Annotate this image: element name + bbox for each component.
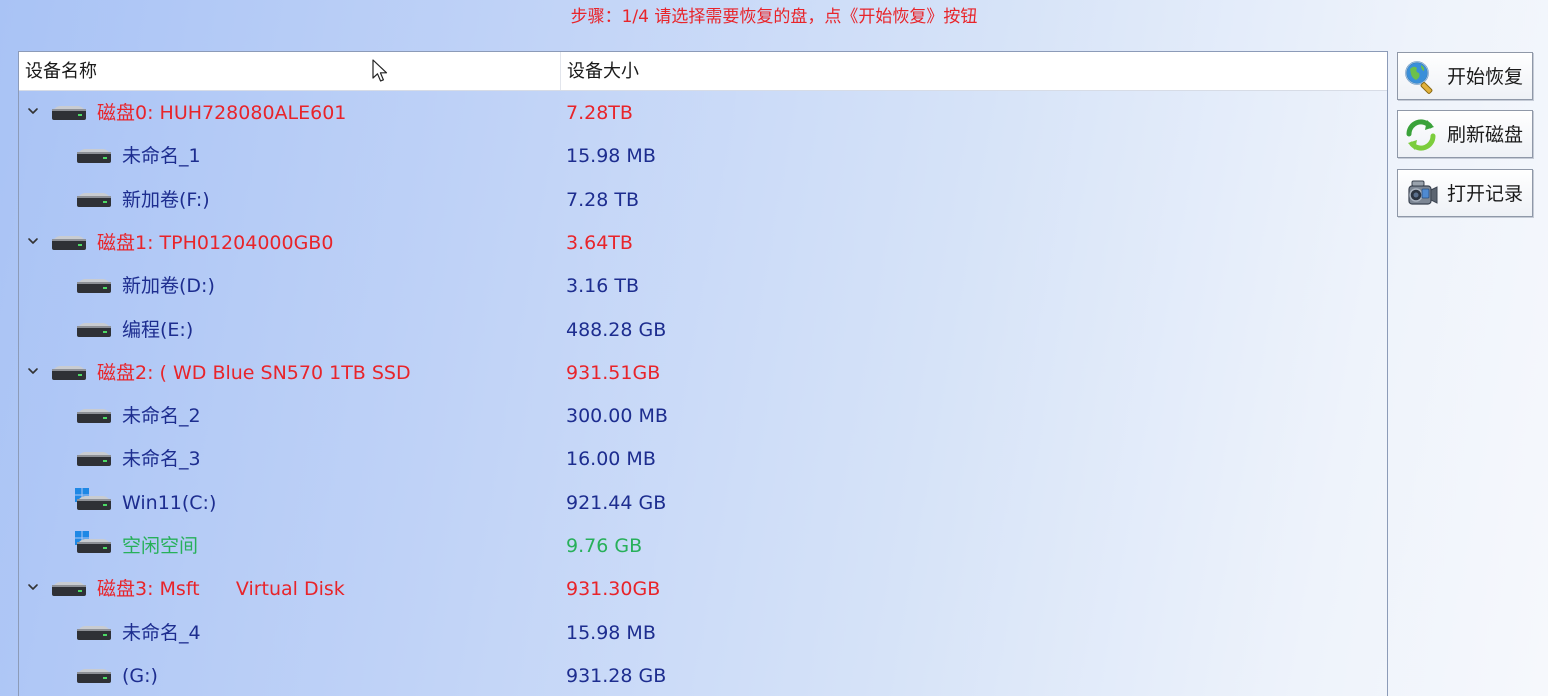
device-name: 磁盘1: TPH01204000GB0 xyxy=(97,231,334,254)
column-header-device-name[interactable]: 设备名称 xyxy=(25,52,560,90)
device-name: 未命名_2 xyxy=(122,405,201,428)
device-name: 未命名_1 xyxy=(122,145,201,168)
hard-disk-icon xyxy=(51,365,87,382)
hard-disk-icon xyxy=(76,625,112,642)
disk-row[interactable]: 磁盘3: Msft Virtual Disk 931.30GB xyxy=(19,567,1387,610)
refresh-disk-label: 刷新磁盘 xyxy=(1447,124,1524,146)
device-size: 488.28 GB xyxy=(566,318,667,341)
device-size: 3.64TB xyxy=(566,231,633,254)
device-name: 编程(E:) xyxy=(122,318,194,341)
partition-row[interactable]: 未命名_4 15.98 MB xyxy=(19,611,1387,654)
device-size: 931.28 GB xyxy=(566,664,667,687)
column-header-device-size[interactable]: 设备大小 xyxy=(560,52,1380,90)
device-name: 空闲空间 xyxy=(122,535,199,557)
chevron-down-icon[interactable] xyxy=(25,103,41,119)
partition-row[interactable]: 未命名_3 16.00 MB xyxy=(19,437,1387,480)
chevron-down-icon[interactable] xyxy=(25,579,41,595)
partition-row[interactable]: Win11(C:) 921.44 GB xyxy=(19,481,1387,524)
device-size: 921.44 GB xyxy=(566,491,667,514)
camcorder-icon xyxy=(1408,180,1438,205)
device-size: 7.28 TB xyxy=(566,188,639,211)
device-size: 15.98 MB xyxy=(566,621,656,644)
partition-row[interactable]: 空闲空间 9.76 GB xyxy=(19,524,1387,567)
partition-row[interactable]: 未命名_1 15.98 MB xyxy=(19,134,1387,177)
hard-disk-icon xyxy=(76,539,112,555)
device-size: 931.51GB xyxy=(566,361,661,384)
mouse-cursor-icon xyxy=(372,59,388,82)
device-size: 16.00 MB xyxy=(566,448,656,471)
partition-row[interactable]: 编程(E:) 488.28 GB xyxy=(19,308,1387,351)
disk-row[interactable]: 磁盘0: HUH728080ALE601 7.28TB xyxy=(19,91,1387,134)
partition-row[interactable]: 新加卷(F:) 7.28 TB xyxy=(19,178,1387,221)
device-name: 未命名_3 xyxy=(122,448,201,471)
start-recovery-button[interactable]: 开始恢复 xyxy=(1397,52,1533,100)
device-name: 磁盘3: Msft Virtual Disk xyxy=(97,578,345,601)
hard-disk-icon xyxy=(76,409,112,425)
hard-disk-icon xyxy=(76,279,112,295)
chevron-down-icon[interactable] xyxy=(25,363,41,379)
device-name: 磁盘0: HUH728080ALE601 xyxy=(97,102,347,124)
device-size: 931.30GB xyxy=(566,578,661,601)
magnifier-globe-icon xyxy=(1405,61,1433,94)
device-tree[interactable]: 设备名称 设备大小 磁盘0: HUH728080ALE601 7.28TB 未命名_… xyxy=(18,51,1388,696)
refresh-disk-button[interactable]: 刷新磁盘 xyxy=(1397,110,1533,158)
device-name: 新加卷(D:) xyxy=(122,275,215,298)
device-name: (G:) xyxy=(122,664,158,687)
hard-disk-icon xyxy=(51,235,87,252)
hard-disk-icon xyxy=(51,106,87,122)
open-log-label: 打开记录 xyxy=(1447,183,1524,205)
device-name: Win11(C:) xyxy=(122,491,217,514)
device-name: 未命名_4 xyxy=(122,621,201,644)
tree-header: 设备名称 设备大小 xyxy=(19,52,1387,91)
hard-disk-icon xyxy=(76,452,112,468)
device-size: 15.98 MB xyxy=(566,145,656,168)
refresh-arrows-icon xyxy=(1406,119,1436,151)
hard-disk-icon xyxy=(76,495,112,512)
hard-disk-icon xyxy=(76,192,112,209)
partition-row[interactable]: 未命名_2 300.00 MB xyxy=(19,394,1387,437)
start-recovery-label: 开始恢复 xyxy=(1447,66,1524,88)
partition-row[interactable]: (G:) 931.28 GB xyxy=(19,654,1387,696)
device-name: 磁盘2: ( WD Blue SN570 1TB SSD xyxy=(97,361,411,384)
step-instruction: 步骤：1/4 请选择需要恢复的盘，点《开始恢复》按钮 xyxy=(570,7,978,27)
device-size: 3.16 TB xyxy=(566,275,639,298)
disk-row[interactable]: 磁盘2: ( WD Blue SN570 1TB SSD 931.51GB xyxy=(19,351,1387,394)
hard-disk-icon xyxy=(76,149,112,165)
partition-row[interactable]: 新加卷(D:) 3.16 TB xyxy=(19,264,1387,307)
hard-disk-icon xyxy=(51,582,87,598)
device-size: 7.28TB xyxy=(566,102,633,124)
device-size: 300.00 MB xyxy=(566,405,668,428)
chevron-down-icon[interactable] xyxy=(25,233,41,249)
device-size: 9.76 GB xyxy=(566,535,643,557)
disk-row[interactable]: 磁盘1: TPH01204000GB0 3.64TB xyxy=(19,221,1387,264)
open-log-button[interactable]: 打开记录 xyxy=(1397,169,1533,217)
hard-disk-icon xyxy=(76,322,112,339)
device-name: 新加卷(F:) xyxy=(122,188,210,211)
hard-disk-icon xyxy=(76,668,112,685)
